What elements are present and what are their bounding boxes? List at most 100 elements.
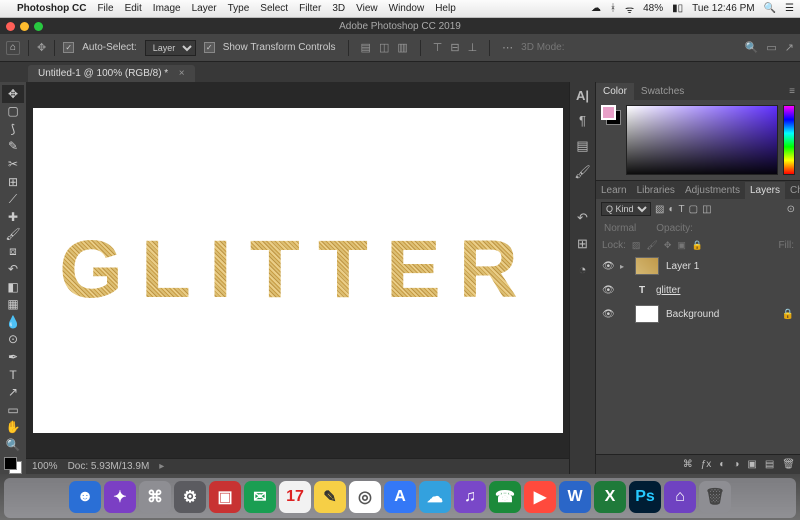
link-layers-icon[interactable]: ⌘ — [683, 459, 693, 470]
menu-edit[interactable]: Edit — [125, 3, 142, 14]
menu-help[interactable]: Help — [435, 3, 456, 14]
mask-icon[interactable]: ◐ — [719, 459, 725, 470]
dock-app[interactable]: ▶ — [524, 481, 556, 513]
chevron-down-icon[interactable]: ▸ — [620, 262, 628, 271]
tab-adjustments[interactable]: Adjustments — [680, 182, 745, 199]
dock-app[interactable]: 🗑 — [699, 481, 731, 513]
group-icon[interactable]: ▣ — [747, 459, 756, 470]
foreground-color[interactable] — [4, 457, 17, 470]
close-tab-icon[interactable]: × — [179, 68, 185, 79]
quick-select-tool[interactable]: ✎ — [2, 138, 24, 156]
fx-icon[interactable]: ƒx — [701, 459, 712, 470]
spotlight-icon[interactable]: 🔍 — [764, 3, 776, 14]
filter-shape-icon[interactable]: ▢ — [689, 204, 698, 215]
dock-app[interactable]: ⌂ — [664, 481, 696, 513]
layer-filter-dropdown[interactable]: Q Kind — [601, 202, 651, 216]
menu-image[interactable]: Image — [153, 3, 181, 14]
properties-panel-icon[interactable]: ◔ — [579, 262, 587, 277]
layer-row[interactable]: 👁 Background 🔒 — [596, 302, 800, 326]
layer-name[interactable]: Background — [666, 309, 719, 320]
eraser-tool[interactable]: ◧ — [2, 278, 24, 296]
dock-app[interactable]: ♫ — [454, 481, 486, 513]
dock-app[interactable]: 17 — [279, 481, 311, 513]
tab-swatches[interactable]: Swatches — [634, 83, 691, 100]
dock-app[interactable]: ▣ — [209, 481, 241, 513]
clock[interactable]: Tue 12:46 PM — [692, 3, 754, 14]
cloud-icon[interactable]: ☁ — [591, 3, 601, 14]
filter-toggle-icon[interactable]: ⊙ — [787, 204, 795, 215]
marquee-tool[interactable]: ▢ — [2, 103, 24, 121]
menu-file[interactable]: File — [97, 3, 113, 14]
type-tool[interactable]: T — [2, 366, 24, 384]
stamp-tool[interactable]: ⧈ — [2, 243, 24, 261]
shape-tool[interactable]: ▭ — [2, 401, 24, 419]
visibility-icon[interactable]: 👁 — [602, 309, 613, 320]
dock-app[interactable]: ☁ — [419, 481, 451, 513]
lock-artboard-icon[interactable]: ▣ — [677, 240, 686, 251]
share-icon[interactable]: ↗ — [785, 41, 794, 54]
lock-pixels-icon[interactable]: 🖌 — [646, 240, 657, 251]
show-transform-checkbox[interactable]: ✓ — [204, 42, 215, 53]
path-tool[interactable]: ↗ — [2, 383, 24, 401]
lasso-tool[interactable]: ⟆ — [2, 120, 24, 138]
dock-app[interactable]: ⌘ — [139, 481, 171, 513]
brush-tool[interactable]: 🖌 — [2, 225, 24, 243]
frame-tool[interactable]: ⊞ — [2, 173, 24, 191]
panel-menu-icon[interactable]: ≡ — [784, 86, 800, 97]
menu-layer[interactable]: Layer — [192, 3, 217, 14]
dock-app[interactable]: ☎ — [489, 481, 521, 513]
align-right-icon[interactable]: ▥ — [397, 41, 407, 54]
tab-layers[interactable]: Layers — [745, 182, 785, 199]
home-button[interactable]: ⌂ — [6, 41, 20, 55]
bluetooth-icon[interactable]: ᚼ — [610, 3, 616, 14]
glyphs-panel-icon[interactable]: ▤ — [576, 138, 588, 154]
dock-app[interactable]: Ps — [629, 481, 661, 513]
lock-position-icon[interactable]: ✥ — [664, 240, 672, 251]
search-icon[interactable]: 🔍 — [745, 41, 759, 54]
layer-row[interactable]: 👁 T glitter — [596, 278, 800, 302]
lock-transparency-icon[interactable]: ▨ — [632, 240, 641, 251]
auto-select-dropdown[interactable]: Layer — [145, 40, 196, 56]
brushes-panel-icon[interactable]: 🖌 — [574, 164, 591, 180]
lock-all-icon[interactable]: 🔒 — [692, 240, 703, 251]
layer-name[interactable]: Layer 1 — [666, 261, 699, 272]
canvas[interactable]: GLITTER — [33, 108, 563, 433]
menu-select[interactable]: Select — [260, 3, 288, 14]
panel-fg-color[interactable] — [601, 105, 616, 120]
filter-type-icon[interactable]: T — [679, 204, 685, 215]
dock-app[interactable]: ✉ — [244, 481, 276, 513]
align-center-h-icon[interactable]: ◫ — [379, 41, 389, 54]
dock-app[interactable]: ⚙ — [174, 481, 206, 513]
new-layer-icon[interactable]: ▤ — [765, 459, 774, 470]
battery-icon[interactable]: ▮▯ — [672, 3, 683, 14]
tab-libraries[interactable]: Libraries — [632, 182, 680, 199]
blur-tool[interactable]: 💧 — [2, 313, 24, 331]
auto-select-checkbox[interactable]: ✓ — [63, 42, 74, 53]
move-tool[interactable]: ✥ — [2, 85, 24, 103]
filter-smart-icon[interactable]: ◫ — [702, 204, 711, 215]
delete-layer-icon[interactable]: 🗑 — [782, 459, 795, 470]
document-tab[interactable]: Untitled-1 @ 100% (RGB/8) * × — [28, 65, 195, 82]
menu-filter[interactable]: Filter — [299, 3, 321, 14]
dock-app[interactable]: A — [384, 481, 416, 513]
adjustment-icon[interactable]: ◑ — [733, 459, 739, 470]
healing-tool[interactable]: ✚ — [2, 208, 24, 226]
align-left-icon[interactable]: ▤ — [361, 41, 371, 54]
tab-color[interactable]: Color — [596, 83, 634, 100]
actions-panel-icon[interactable]: ⊞ — [577, 236, 588, 252]
filter-pixel-icon[interactable]: ▨ — [655, 204, 664, 215]
filter-adjust-icon[interactable]: ◐ — [668, 204, 674, 215]
tab-learn[interactable]: Learn — [596, 182, 632, 199]
menu-3d[interactable]: 3D — [332, 3, 345, 14]
align-top-icon[interactable]: ⊤ — [433, 41, 443, 54]
align-bottom-icon[interactable]: ⊥ — [468, 41, 478, 54]
color-swatches[interactable] — [4, 457, 22, 474]
paragraph-panel-icon[interactable]: ¶ — [579, 113, 586, 128]
history-brush-tool[interactable]: ↶ — [2, 260, 24, 278]
menu-window[interactable]: Window — [389, 3, 425, 14]
wifi-icon[interactable]: ᯤ — [625, 2, 634, 16]
menu-icon[interactable]: ☰ — [785, 3, 794, 14]
layer-thumbnail[interactable] — [635, 257, 659, 275]
menu-view[interactable]: View — [356, 3, 378, 14]
zoom-tool[interactable]: 🔍 — [2, 436, 24, 454]
